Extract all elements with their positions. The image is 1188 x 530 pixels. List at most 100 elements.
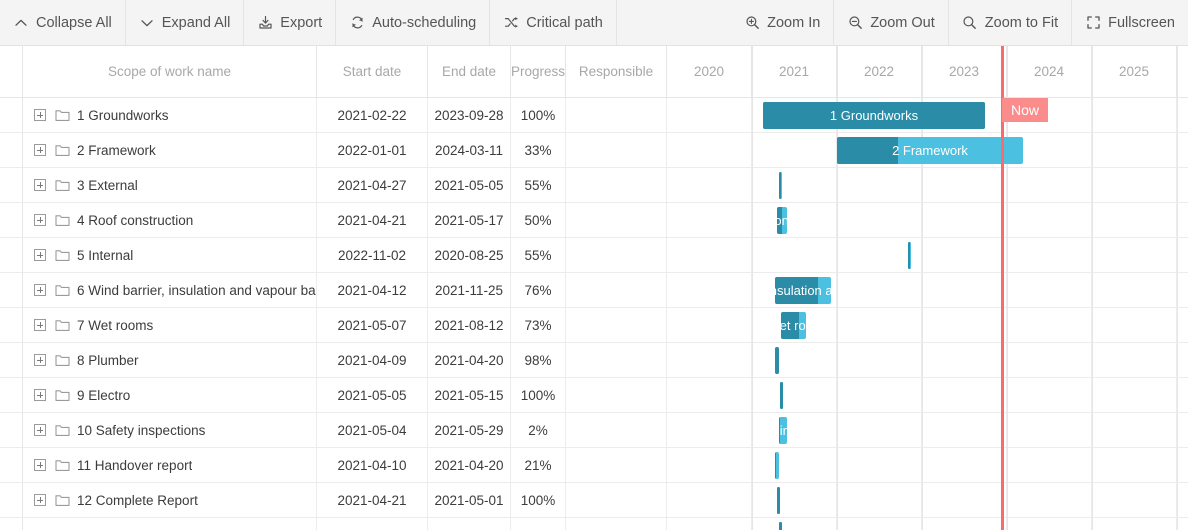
cell-name: 7 Wet rooms xyxy=(23,308,317,342)
expand-toggle-icon[interactable] xyxy=(34,144,46,156)
fullscreen-label: Fullscreen xyxy=(1108,14,1175,31)
gantt-bar[interactable] xyxy=(775,452,779,479)
cell-name: 9 Electro xyxy=(23,378,317,412)
task-name-label: 10 Safety inspections xyxy=(77,422,206,438)
gantt-bar[interactable] xyxy=(780,382,783,409)
cell-progress: 55% xyxy=(511,238,566,272)
cell-name: 11 Handover report xyxy=(23,448,317,482)
zoom-out-icon xyxy=(847,15,863,31)
gantt-bar[interactable]: 6 Wind barrier, insulation and vapour ba… xyxy=(775,277,831,304)
column-header-responsible[interactable]: Responsible xyxy=(566,46,667,97)
folder-icon xyxy=(55,424,70,437)
folder-icon xyxy=(55,459,70,472)
zoom-in-button[interactable]: Zoom In xyxy=(731,0,833,45)
expand-toggle-icon[interactable] xyxy=(34,249,46,261)
cell-start: 2021-04-10 xyxy=(317,448,428,482)
zoom-to-fit-button[interactable]: Zoom to Fit xyxy=(947,0,1071,45)
refresh-icon xyxy=(349,15,365,31)
cell-responsible xyxy=(566,483,667,517)
cell-progress: 21% xyxy=(511,448,566,482)
expand-toggle-icon[interactable] xyxy=(34,389,46,401)
cell-name xyxy=(23,518,317,530)
cell-responsible xyxy=(566,168,667,202)
cell-progress: 100% xyxy=(511,483,566,517)
search-icon xyxy=(962,15,978,31)
fullscreen-button[interactable]: Fullscreen xyxy=(1071,0,1188,45)
export-button[interactable]: Export xyxy=(244,0,337,45)
collapse-all-button[interactable]: Collapse All xyxy=(0,0,126,45)
auto-scheduling-button[interactable]: Auto-scheduling xyxy=(336,0,491,45)
cell-progress: 50% xyxy=(511,203,566,237)
task-name-label: 6 Wind barrier, insulation and vapour ba… xyxy=(77,282,316,298)
cell-progress: 100% xyxy=(511,98,566,132)
expand-toggle-icon[interactable] xyxy=(34,284,46,296)
gantt-bar-progress xyxy=(779,522,782,530)
gantt-chart-app: Collapse All Expand All Export Auto-sche… xyxy=(0,0,1188,530)
cell-name: 3 External xyxy=(23,168,317,202)
critical-path-button[interactable]: Critical path xyxy=(490,0,617,45)
gantt-bar-label: 10 Safety inspections xyxy=(779,423,787,438)
column-header-name[interactable]: Scope of work name xyxy=(23,46,317,97)
cell-responsible xyxy=(566,273,667,307)
gantt-bar-label: 6 Wind barrier, insulation and vapour ba… xyxy=(775,283,831,298)
gantt-bar[interactable]: 1 Groundworks xyxy=(763,102,985,129)
cell-progress: 33% xyxy=(511,133,566,167)
expand-toggle-icon[interactable] xyxy=(34,354,46,366)
cell-end: 2021-08-12 xyxy=(428,308,511,342)
toolbar-left-group: Collapse All Expand All Export Auto-sche… xyxy=(0,0,617,45)
zoom-in-label: Zoom In xyxy=(767,14,821,31)
column-header-start[interactable]: Start date xyxy=(317,46,428,97)
expand-toggle-icon[interactable] xyxy=(34,424,46,436)
cell-name: 2 Framework xyxy=(23,133,317,167)
gantt-bar[interactable]: 10 Safety inspections xyxy=(779,417,787,444)
gantt-grid: Scope of work name Start date End date Prog… xyxy=(0,46,1188,530)
expand-toggle-icon[interactable] xyxy=(34,319,46,331)
gantt-bar-label: 4 Roof construction xyxy=(777,213,787,228)
gantt-bar[interactable] xyxy=(779,172,782,199)
folder-icon xyxy=(55,109,70,122)
cell-start: 2021-05-07 xyxy=(317,308,428,342)
gantt-bar[interactable]: 4 Roof construction xyxy=(777,207,787,234)
expand-all-button[interactable]: Expand All xyxy=(126,0,245,45)
folder-icon xyxy=(55,319,70,332)
gantt-bar[interactable] xyxy=(779,522,782,530)
cell-end: 2024-03-11 xyxy=(428,133,511,167)
gantt-bar[interactable] xyxy=(777,487,780,514)
gantt-bar-progress xyxy=(777,487,780,514)
expand-all-label: Expand All xyxy=(161,14,231,31)
zoom-out-button[interactable]: Zoom Out xyxy=(833,0,947,45)
expand-toggle-icon[interactable] xyxy=(34,109,46,121)
fullscreen-icon xyxy=(1085,15,1101,31)
task-name-label: 9 Electro xyxy=(77,387,131,403)
cell-end: 2021-05-17 xyxy=(428,203,511,237)
gantt-bar[interactable]: 2 Framework xyxy=(837,137,1023,164)
column-header-end[interactable]: End date xyxy=(428,46,511,97)
cell-start xyxy=(317,518,428,530)
folder-icon xyxy=(55,494,70,507)
cell-responsible xyxy=(566,203,667,237)
zoom-to-fit-label: Zoom to Fit xyxy=(984,14,1059,31)
gantt-bar[interactable]: 7 Wet rooms xyxy=(781,312,806,339)
cell-end: 2023-09-28 xyxy=(428,98,511,132)
expand-toggle-icon[interactable] xyxy=(34,494,46,506)
task-name-label: 7 Wet rooms xyxy=(77,317,154,333)
cell-progress xyxy=(511,518,566,530)
expand-toggle-icon[interactable] xyxy=(34,179,46,191)
cell-responsible xyxy=(566,448,667,482)
expand-toggle-icon[interactable] xyxy=(34,459,46,471)
column-header-progress[interactable]: Progress xyxy=(511,46,566,97)
cell-end: 2021-05-29 xyxy=(428,413,511,447)
gantt-bar-progress xyxy=(780,382,783,409)
cell-responsible xyxy=(566,518,667,530)
cell-progress: 55% xyxy=(511,168,566,202)
expand-toggle-icon[interactable] xyxy=(34,214,46,226)
cell-start: 2021-04-12 xyxy=(317,273,428,307)
cell-end xyxy=(428,518,511,530)
auto-scheduling-label: Auto-scheduling xyxy=(372,14,477,31)
gantt-bar[interactable] xyxy=(775,347,779,374)
zoom-in-icon xyxy=(744,15,760,31)
cell-end: 2021-04-20 xyxy=(428,343,511,377)
gantt-bar[interactable] xyxy=(908,242,911,269)
cell-name: 10 Safety inspections xyxy=(23,413,317,447)
collapse-all-label: Collapse All xyxy=(36,14,112,31)
